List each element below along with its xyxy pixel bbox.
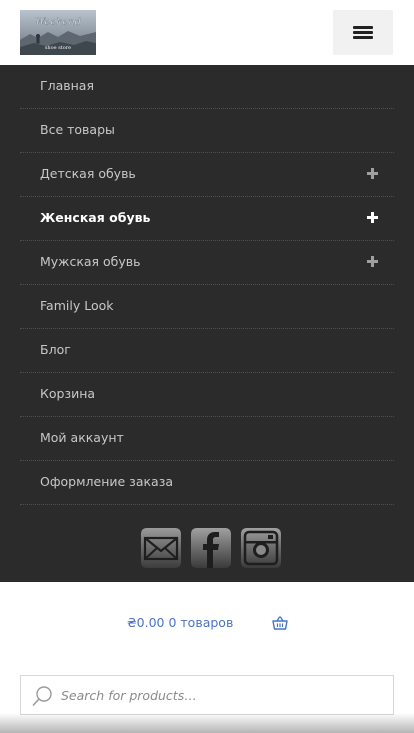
hamburger-icon-bar bbox=[353, 36, 373, 39]
nav-item-blog[interactable]: Блог bbox=[20, 329, 394, 373]
nav-item-kids-shoes[interactable]: Детская обувь bbox=[20, 153, 394, 197]
expand-plus-icon[interactable] bbox=[367, 168, 378, 179]
email-icon[interactable] bbox=[141, 528, 181, 568]
nav-item-label[interactable]: Мужская обувь bbox=[40, 254, 141, 269]
cart-total-link[interactable]: ₴0.00 0 товаров bbox=[127, 615, 233, 630]
nav-item-label[interactable]: Family Look bbox=[40, 298, 113, 313]
nav-item-label[interactable]: Корзина bbox=[40, 386, 95, 401]
site-logo[interactable]: Weekend shoe store bbox=[20, 10, 96, 55]
nav-item-home[interactable]: Главная bbox=[20, 65, 394, 109]
nav-item-label[interactable]: Все товары bbox=[40, 122, 115, 137]
menu-toggle-button[interactable] bbox=[333, 10, 393, 55]
nav-item-checkout[interactable]: Оформление заказа bbox=[20, 461, 394, 505]
nav-item-label[interactable]: Оформление заказа bbox=[40, 474, 173, 489]
facebook-icon[interactable] bbox=[191, 528, 231, 568]
bottom-shadow bbox=[0, 713, 414, 733]
nav-item-label[interactable]: Блог bbox=[40, 342, 71, 357]
nav-item-all-products[interactable]: Все товары bbox=[20, 109, 394, 153]
svg-text:shoe store: shoe store bbox=[45, 45, 71, 51]
nav-item-family-look[interactable]: Family Look bbox=[20, 285, 394, 329]
hamburger-icon bbox=[353, 26, 373, 29]
hamburger-icon-bar bbox=[353, 31, 373, 34]
nav-item-womens-shoes[interactable]: Женская обувь bbox=[20, 197, 394, 241]
search-input[interactable] bbox=[61, 684, 381, 706]
nav-item-my-account[interactable]: Мой аккаунт bbox=[20, 417, 394, 461]
site-header: Weekend shoe store bbox=[0, 0, 414, 65]
expand-plus-icon[interactable] bbox=[367, 256, 378, 267]
product-search bbox=[20, 675, 394, 715]
search-icon bbox=[32, 685, 54, 707]
nav-item-label[interactable]: Детская обувь bbox=[40, 166, 136, 181]
expand-plus-icon[interactable] bbox=[367, 212, 378, 223]
nav-item-mens-shoes[interactable]: Мужская обувь bbox=[20, 241, 394, 285]
instagram-icon[interactable] bbox=[241, 528, 281, 568]
nav-item-label[interactable]: Главная bbox=[40, 78, 94, 93]
cart-summary: ₴0.00 0 товаров bbox=[0, 582, 414, 662]
svg-text:Weekend: Weekend bbox=[35, 17, 81, 28]
nav-menu: Главная Все товары Детская обувь Женская… bbox=[20, 65, 394, 505]
nav-item-label[interactable]: Мой аккаунт bbox=[40, 430, 124, 445]
mobile-navigation: Главная Все товары Детская обувь Женская… bbox=[0, 65, 414, 582]
nav-item-cart[interactable]: Корзина bbox=[20, 373, 394, 417]
basket-icon[interactable] bbox=[272, 615, 288, 630]
nav-item-label[interactable]: Женская обувь bbox=[40, 210, 150, 225]
